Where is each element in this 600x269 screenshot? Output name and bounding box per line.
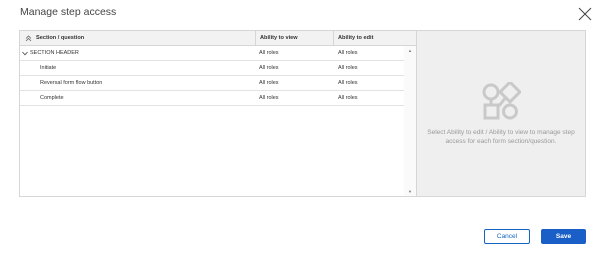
edit-cell[interactable]: All roles (333, 61, 408, 75)
question-label: Initiate (40, 65, 57, 71)
access-table: Section / question Ability to view Abili… (20, 31, 417, 196)
question-cell: Reversal form flow button (20, 80, 255, 86)
step-access-panel: Section / question Ability to view Abili… (19, 30, 586, 197)
section-label: SECTION HEADER (30, 50, 79, 56)
column-header-edit[interactable]: Ability to edit (333, 31, 408, 45)
table-row[interactable]: Complete All roles All roles (20, 91, 408, 106)
dialog-title: Manage step access (20, 6, 117, 18)
column-header-section-label: Section / question (36, 35, 85, 41)
edit-cell[interactable]: All roles (333, 46, 408, 60)
question-cell: Complete (20, 95, 255, 101)
table-row[interactable]: Initiate All roles All roles (20, 61, 408, 76)
view-cell[interactable]: All roles (255, 76, 333, 90)
close-button[interactable] (578, 7, 592, 21)
vertical-scrollbar[interactable]: ▲ ▼ (404, 46, 416, 196)
table-row[interactable]: Reversal form flow button All roles All … (20, 76, 408, 91)
scroll-up-icon[interactable]: ▲ (408, 48, 412, 53)
table-header: Section / question Ability to view Abili… (20, 31, 416, 46)
workflow-shapes-icon (482, 81, 521, 119)
question-cell: Initiate (20, 65, 255, 71)
save-button[interactable]: Save (541, 229, 586, 244)
table-row[interactable]: SECTION HEADER All roles All roles (20, 46, 408, 61)
empty-state-message: Select Ability to edit / Ability to view… (427, 128, 575, 145)
chevron-down-icon[interactable] (20, 51, 30, 56)
question-label: Complete (40, 95, 64, 101)
cancel-button[interactable]: Cancel (484, 229, 530, 244)
section-cell: SECTION HEADER (20, 50, 255, 56)
empty-state-panel: Select Ability to edit / Ability to view… (417, 31, 585, 196)
scroll-down-icon[interactable]: ▼ (408, 189, 412, 194)
edit-cell[interactable]: All roles (333, 91, 408, 105)
column-header-section[interactable]: Section / question (20, 31, 255, 45)
question-label: Reversal form flow button (40, 80, 103, 86)
view-cell[interactable]: All roles (255, 61, 333, 75)
view-cell[interactable]: All roles (255, 46, 333, 60)
column-header-view[interactable]: Ability to view (255, 31, 333, 45)
edit-cell[interactable]: All roles (333, 76, 408, 90)
close-icon (578, 7, 592, 21)
collapse-all-icon[interactable] (20, 31, 36, 45)
view-cell[interactable]: All roles (255, 91, 333, 105)
